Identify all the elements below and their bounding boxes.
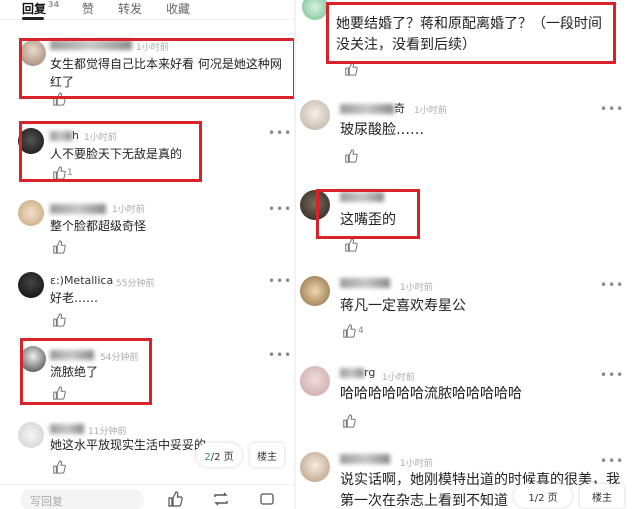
avatar[interactable]: [18, 272, 44, 298]
page-indicator[interactable]: 1/2 页: [514, 484, 572, 508]
comment-text: 玻尿酸脸……: [340, 122, 424, 138]
more-options-icon[interactable]: •••: [600, 368, 624, 382]
username[interactable]: [50, 202, 106, 215]
more-options-icon[interactable]: •••: [600, 454, 624, 468]
username[interactable]: rg: [340, 366, 375, 379]
username[interactable]: [50, 422, 84, 435]
timestamp: 1小时前: [400, 283, 433, 293]
bottom-action-bar: 写回复: [0, 484, 296, 509]
comment-item: 1小时前 ••• 蒋凡一定喜欢寿星公 4: [296, 272, 640, 346]
avatar[interactable]: [300, 452, 330, 482]
timestamp: 1小时前: [382, 373, 415, 383]
highlight-box: [20, 338, 152, 405]
highlight-box: [326, 2, 616, 64]
avatar[interactable]: [18, 422, 44, 448]
timestamp: 1小时前: [112, 205, 145, 215]
more-options-icon[interactable]: •••: [268, 274, 292, 288]
like-count: 4: [358, 326, 364, 336]
like-icon[interactable]: [166, 491, 184, 507]
right-screenshot: 她要结婚了？蒋和原配离婚了？（一段时间没关注，没看到后续） 奇 1小时前 •••…: [296, 0, 640, 509]
like-icon[interactable]: [344, 62, 358, 76]
like-icon[interactable]: [344, 149, 358, 163]
comment-text: 整个脸都超级奇怪: [50, 219, 147, 233]
username[interactable]: [340, 452, 390, 465]
tab-reposts[interactable]: 转发: [118, 0, 142, 17]
avatar[interactable]: [300, 100, 330, 130]
comment-icon[interactable]: [258, 491, 276, 507]
comment-text: 好老……: [50, 291, 99, 305]
username[interactable]: 奇: [340, 100, 405, 116]
highlight-box: [19, 121, 202, 182]
more-options-icon[interactable]: •••: [268, 202, 292, 216]
like-icon[interactable]: [52, 313, 66, 327]
more-options-icon[interactable]: •••: [600, 278, 624, 292]
like-icon[interactable]: [344, 238, 358, 252]
timestamp: 1小时前: [414, 106, 447, 116]
avatar[interactable]: [18, 200, 44, 226]
like-icon[interactable]: [52, 240, 66, 254]
like-icon[interactable]: [52, 460, 66, 474]
more-options-icon[interactable]: •••: [268, 348, 292, 362]
comment-item: 奇 1小时前 ••• 玻尿酸脸……: [296, 96, 640, 170]
more-options-icon[interactable]: •••: [268, 126, 292, 140]
repost-icon[interactable]: [212, 491, 230, 507]
comment-item: 1小时前 ••• 整个脸都超级奇怪: [0, 196, 296, 256]
timestamp: 55分钟前: [116, 279, 155, 289]
avatar[interactable]: [302, 0, 328, 20]
timestamp: 1小时前: [400, 459, 433, 469]
tab-favorites[interactable]: 收藏: [166, 0, 190, 17]
owner-only-button[interactable]: 楼主: [580, 484, 624, 508]
owner-only-button[interactable]: 楼主: [250, 443, 284, 467]
tab-active-indicator: [22, 17, 44, 20]
page-indicator[interactable]: 2/2 页: [196, 443, 242, 467]
highlight-box: [19, 38, 296, 99]
tab-bar: 回复 34 赞 转发 收藏: [0, 0, 296, 20]
like-icon[interactable]: [342, 414, 356, 428]
avatar[interactable]: [300, 276, 330, 306]
username[interactable]: ε:)Metallica: [50, 274, 113, 287]
more-options-icon[interactable]: •••: [600, 102, 624, 116]
tab-replies[interactable]: 回复 34: [22, 0, 59, 17]
comment-text: 哈哈哈哈哈哈流脓哈哈哈哈哈: [340, 386, 522, 402]
comment-item: rg 1小时前 ••• 哈哈哈哈哈哈流脓哈哈哈哈哈: [296, 362, 640, 436]
comment-item: ε:)Metallica 55分钟前 ••• 好老……: [0, 268, 296, 330]
comment-text: 蒋凡一定喜欢寿星公: [340, 298, 466, 314]
tab-likes[interactable]: 赞: [82, 0, 94, 17]
like-icon[interactable]: [342, 324, 356, 338]
reply-input[interactable]: 写回复: [20, 489, 144, 509]
left-screenshot: 回复 34 赞 转发 收藏 1小时前 女生都觉得自己比本来好看 何况是她这种网红了…: [0, 0, 296, 509]
highlight-box: [316, 189, 420, 239]
tab-replies-count: 34: [48, 0, 60, 9]
username[interactable]: [340, 276, 390, 289]
avatar[interactable]: [300, 366, 330, 396]
